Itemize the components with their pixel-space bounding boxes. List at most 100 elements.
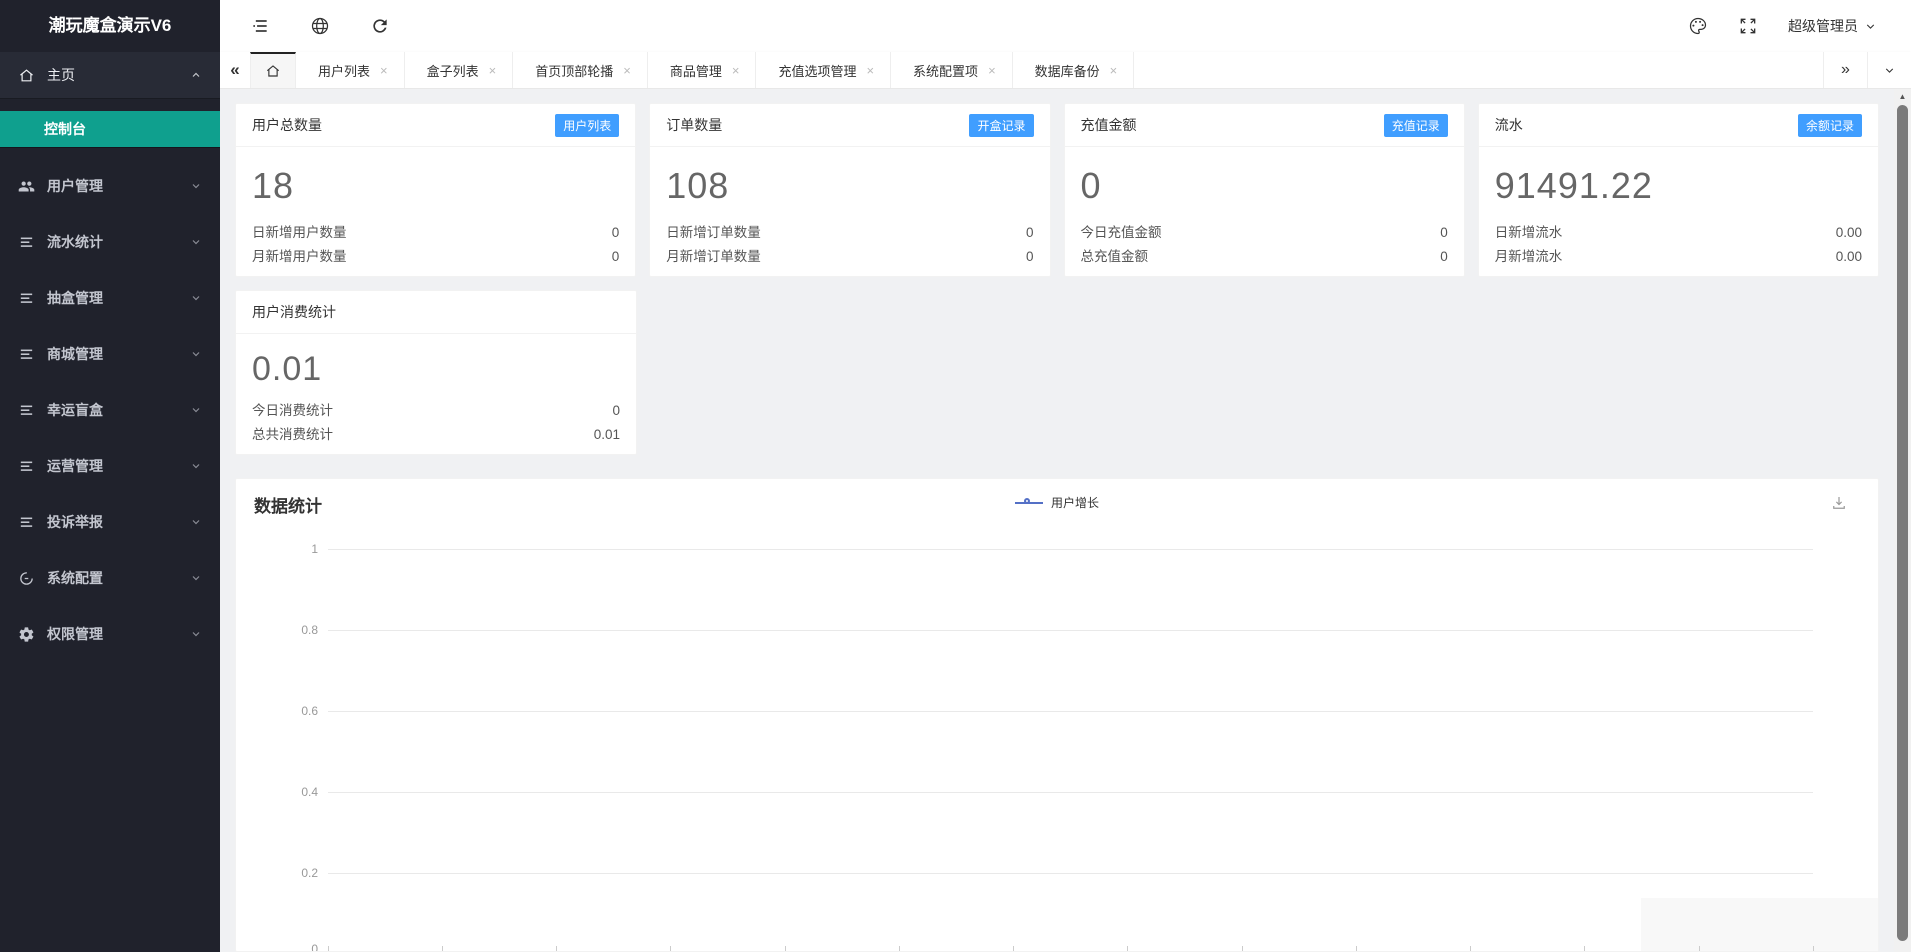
collapse-sidebar-icon[interactable] [250,16,270,36]
x-axis-tick [1356,946,1357,951]
sidebar-item-operations[interactable]: 运营管理 [0,438,220,494]
tab-system-config[interactable]: 系统配置项 × [891,52,1013,88]
card-badge-link[interactable]: 充值记录 [1383,113,1448,137]
gear-icon [19,626,34,642]
tab-product-management[interactable]: 商品管理 × [648,52,757,88]
theme-palette-icon[interactable] [1688,16,1708,36]
tab-box-list[interactable]: 盒子列表 × [405,52,514,88]
stat-row-value: 0 [611,225,620,240]
chevron-down-icon [192,408,200,413]
card-title: 流水 [1494,117,1523,133]
card-badge-link[interactable]: 余额记录 [1797,113,1862,137]
sidebar-item-users[interactable]: 用户管理 [0,158,220,214]
card-badge-link[interactable]: 用户列表 [555,113,620,137]
stat-value: 0.01 [252,350,323,388]
x-axis-tick [1584,946,1585,951]
close-icon[interactable]: × [732,63,740,78]
chevron-down-icon [192,184,200,189]
sidebar-item-console[interactable]: 控制台 [0,111,220,148]
list-icon [20,461,33,471]
close-icon[interactable]: × [866,63,874,78]
chart-legend-user-growth[interactable]: 用户增长 [1014,494,1099,511]
stat-row-value: 0 [1440,225,1448,240]
tab-label: 商品管理 [669,63,722,79]
tab-user-list[interactable]: 用户列表 × [296,52,405,88]
download-chart-icon[interactable] [1830,494,1848,512]
card-badge-link[interactable]: 开盒记录 [969,113,1034,137]
sidebar-item-label: 系统配置 [47,570,103,586]
sidebar-item-system-config[interactable]: 系统配置 [0,550,220,606]
sidebar: 潮玩魔盒演示V6 主页 控制台 用户管理 流水统计 抽盒管理 商城管理 幸运盲盒… [0,0,220,952]
sidebar-item-label: 投诉举报 [47,514,103,530]
user-menu[interactable]: 超级管理员 [1788,16,1877,36]
list-icon [20,349,33,359]
chevron-down-icon [1866,23,1875,29]
stat-cards-row: 用户总数量 用户列表 18 日新增用户数量 0 月新增用户数量 0 订单数量 开盒记… [235,103,1879,277]
tab-recharge-options[interactable]: 充值选项管理 × [756,52,892,88]
close-icon[interactable]: × [1110,63,1118,78]
tab-label: 充值选项管理 [778,63,857,79]
stat-row-label: 今日充值金额 [1080,225,1162,240]
close-icon[interactable]: × [380,63,388,78]
tab-home-carousel[interactable]: 首页顶部轮播 × [513,52,648,88]
sidebar-item-permissions[interactable]: 权限管理 [0,606,220,662]
tab-bar-right-controls: » [1823,52,1911,88]
tab-label: 系统配置项 [913,63,979,79]
x-axis-tick [1013,946,1014,951]
chevron-down-icon [1885,67,1894,73]
refresh-icon[interactable] [370,16,390,36]
stat-card-recharge: 充值金额 充值记录 0 今日充值金额 0 总充值金额 0 [1063,103,1465,277]
stat-row-label: 总充值金额 [1080,249,1149,264]
x-axis-tick [899,946,900,951]
sidebar-item-flow-stats[interactable]: 流水统计 [0,214,220,270]
config-icon [20,571,33,585]
app-window: 潮玩魔盒演示V6 主页 控制台 用户管理 流水统计 抽盒管理 商城管理 幸运盲盒… [0,0,1911,952]
scrollbar-thumb[interactable] [1897,105,1908,941]
sidebar-item-home[interactable]: 主页 [0,52,220,99]
close-icon[interactable]: × [623,63,631,78]
card-title: 充值金额 [1080,117,1137,133]
close-icon[interactable]: × [988,63,996,78]
tab-label: 用户列表 [318,63,371,79]
main-content: 用户总数量 用户列表 18 日新增用户数量 0 月新增用户数量 0 订单数量 开盒记… [220,89,1894,952]
stat-value: 91491.22 [1494,165,1653,206]
y-axis-zero-label: 0 [311,942,318,952]
scroll-tabs-left-button[interactable]: « [220,52,250,88]
stat-card-total-users: 用户总数量 用户列表 18 日新增用户数量 0 月新增用户数量 0 [235,103,637,277]
x-axis-tick [785,946,786,951]
stat-row-label: 月新增订单数量 [666,249,761,264]
stat-row-label: 日新增用户数量 [252,225,347,240]
sidebar-item-label: 幸运盲盒 [47,402,103,418]
list-icon [20,237,33,247]
x-axis-tick [1242,946,1243,951]
globe-language-icon[interactable] [310,16,330,36]
tab-options-dropdown[interactable] [1867,52,1911,88]
x-axis-tick [442,946,443,951]
scroll-tabs-right-button[interactable]: » [1823,52,1867,88]
chevron-down-icon [192,576,200,581]
chevron-down-icon [192,632,200,637]
x-axis-tick [556,946,557,951]
consumption-row: 用户消费统计 0.01 今日消费统计 0 总共消费统计 0.01 [235,290,1879,455]
sidebar-item-box-management[interactable]: 抽盒管理 [0,270,220,326]
tab-label: 数据库备份 [1034,63,1100,79]
stat-row-label: 月新增用户数量 [252,249,347,264]
stat-row-label: 日新增订单数量 [666,225,761,240]
stat-row-label: 日新增流水 [1494,225,1563,240]
tab-database-backup[interactable]: 数据库备份 × [1013,52,1135,88]
tab-home[interactable] [250,52,296,88]
scrollbar-up-arrow[interactable]: ▲ [1894,89,1911,104]
sidebar-item-label: 控制台 [44,121,86,137]
chevron-down-icon [192,464,200,469]
card-title: 用户消费统计 [252,304,336,320]
close-icon[interactable]: × [489,63,497,78]
header-right-actions: 超级管理员 [1688,16,1911,36]
page-scrollbar[interactable]: ▲ [1894,89,1911,952]
sidebar-item-mall-management[interactable]: 商城管理 [0,326,220,382]
sidebar-item-complaints[interactable]: 投诉举报 [0,494,220,550]
fullscreen-icon[interactable] [1738,16,1758,36]
x-axis-tick [1699,946,1700,951]
list-icon [20,293,33,303]
sidebar-item-lucky-box[interactable]: 幸运盲盒 [0,382,220,438]
chart-overlay-region [1641,898,1878,951]
